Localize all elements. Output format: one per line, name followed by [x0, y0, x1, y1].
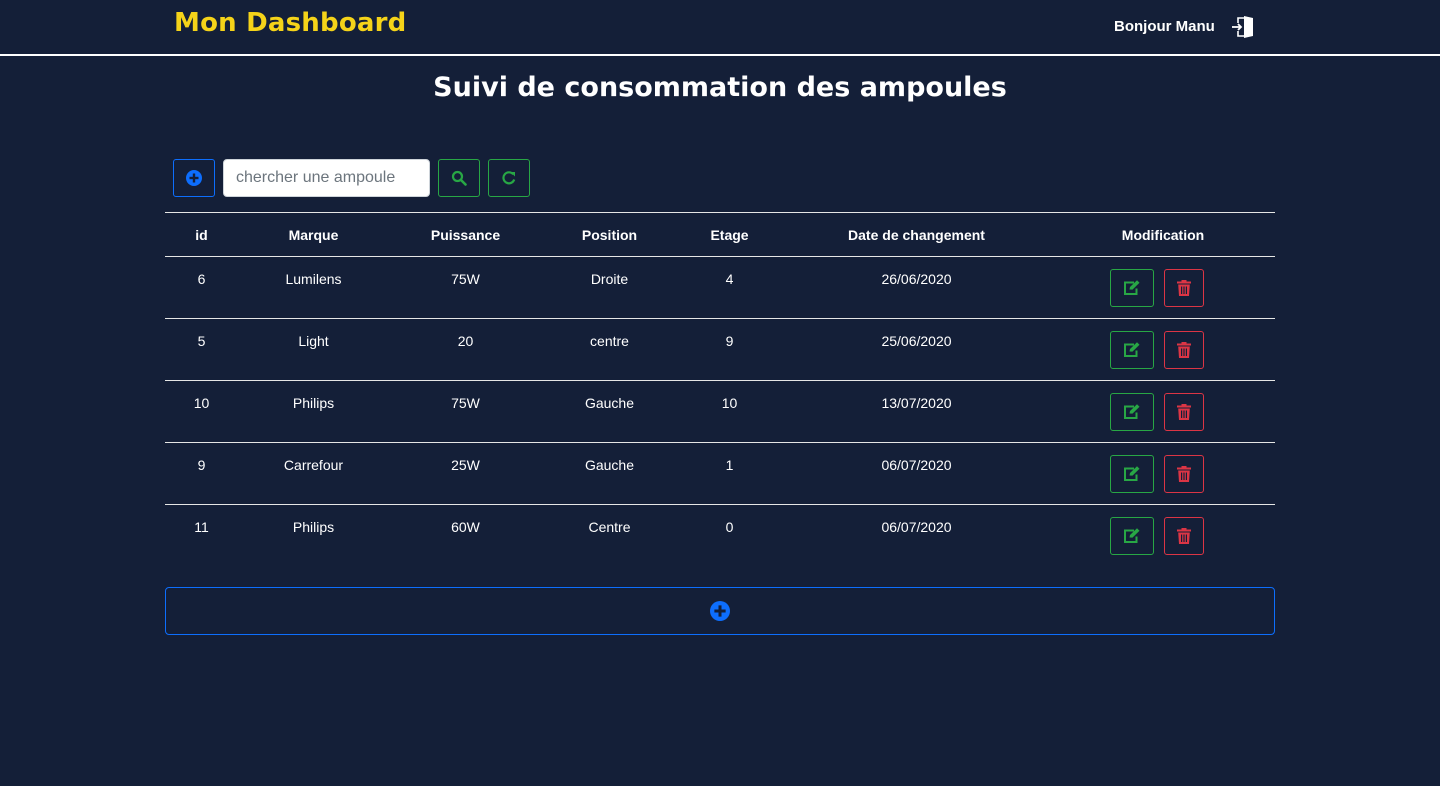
edit-icon [1124, 342, 1140, 357]
delete-button[interactable] [1164, 393, 1204, 431]
cell-date: 06/07/2020 [881, 519, 952, 535]
cell-position: Gauche [542, 380, 677, 443]
edit-icon [1124, 466, 1140, 481]
edit-button[interactable] [1110, 393, 1154, 431]
brand-title[interactable]: Mon Dashboard [174, 8, 406, 38]
edit-button[interactable] [1110, 269, 1154, 307]
edit-button[interactable] [1110, 331, 1154, 369]
delete-button[interactable] [1164, 331, 1204, 369]
cell-puissance: 20 [389, 318, 542, 381]
cell-actions [1051, 505, 1275, 567]
refresh-button[interactable] [488, 159, 530, 197]
bulbs-table: id Marque Puissance Position Etage Date … [165, 212, 1275, 567]
table-row: 6 Lumilens 75W Droite 4 26/06/2020 [165, 256, 1275, 319]
table-body: 6 Lumilens 75W Droite 4 26/06/2020 5 Light 20 cen… [165, 256, 1275, 567]
edit-icon [1124, 280, 1140, 295]
cell-marque: Lumilens [238, 256, 389, 319]
cell-marque: Carrefour [238, 442, 389, 505]
trash-icon [1177, 528, 1191, 544]
cell-date: 13/07/2020 [782, 380, 1051, 443]
delete-button[interactable] [1164, 517, 1204, 555]
search-button[interactable] [438, 159, 480, 197]
cell-position: Centre [588, 519, 631, 535]
cell-position: centre [542, 318, 677, 381]
column-header-puissance: Puissance [389, 212, 542, 257]
cell-etage: 4 [677, 256, 782, 319]
delete-button[interactable] [1164, 455, 1204, 493]
cell-position: Gauche [542, 442, 677, 505]
cell-marque: Light [238, 318, 389, 381]
cell-puissance: 25W [389, 442, 542, 505]
cell-marque: Philips [292, 519, 335, 535]
cell-id: 10 [165, 380, 238, 443]
user-greeting: Bonjour Manu [1114, 18, 1215, 35]
column-header-position: Position [542, 212, 677, 257]
trash-icon [1177, 342, 1191, 358]
trash-icon [1177, 466, 1191, 482]
cell-actions [1051, 256, 1275, 319]
column-header-modification: Modification [1051, 212, 1275, 257]
plus-circle-icon [186, 170, 202, 186]
edit-icon [1124, 404, 1140, 419]
edit-button[interactable] [1110, 455, 1154, 493]
table-header-row: id Marque Puissance Position Etage Date … [165, 212, 1275, 257]
search-input[interactable] [223, 159, 430, 197]
search-icon [451, 170, 467, 186]
cell-position: Droite [542, 256, 677, 319]
delete-button[interactable] [1164, 269, 1204, 307]
cell-actions [1051, 380, 1275, 443]
cell-date: 06/07/2020 [782, 442, 1051, 505]
cell-actions [1051, 318, 1275, 381]
cell-puissance: 60W [451, 519, 480, 535]
navbar: Mon Dashboard Bonjour Manu [0, 0, 1440, 56]
plus-circle-icon [710, 601, 730, 621]
cell-puissance: 75W [389, 256, 542, 319]
edit-button[interactable] [1110, 517, 1154, 555]
refresh-icon [502, 171, 516, 185]
cell-puissance: 75W [389, 380, 542, 443]
column-header-etage: Etage [677, 212, 782, 257]
column-header-marque: Marque [238, 212, 389, 257]
edit-icon [1124, 528, 1140, 543]
add-bulb-button[interactable] [173, 159, 215, 197]
cell-etage: 9 [677, 318, 782, 381]
cell-id: 11 [194, 519, 209, 535]
cell-date: 25/06/2020 [782, 318, 1051, 381]
table-row: 10 Philips 75W Gauche 10 13/07/2020 [165, 380, 1275, 443]
table-row: 11 Philips 60W Centre 0 06/07/2020 [165, 505, 1275, 567]
cell-etage: 10 [677, 380, 782, 443]
add-row-button[interactable] [165, 587, 1275, 635]
column-header-id: id [165, 212, 238, 257]
cell-actions [1051, 442, 1275, 505]
cell-date: 26/06/2020 [782, 256, 1051, 319]
cell-etage: 1 [677, 442, 782, 505]
cell-id: 9 [165, 442, 238, 505]
cell-marque: Philips [238, 380, 389, 443]
cell-id: 5 [165, 318, 238, 381]
cell-etage: 0 [725, 519, 734, 535]
page-title: Suivi de consommation des ampoules [433, 72, 1007, 103]
trash-icon [1177, 404, 1191, 420]
table-row: 5 Light 20 centre 9 25/06/2020 [165, 318, 1275, 381]
column-header-date: Date de changement [782, 212, 1051, 257]
logout-icon[interactable] [1230, 14, 1256, 40]
table-row: 9 Carrefour 25W Gauche 1 06/07/2020 [165, 442, 1275, 505]
cell-id: 6 [165, 256, 238, 319]
trash-icon [1177, 280, 1191, 296]
